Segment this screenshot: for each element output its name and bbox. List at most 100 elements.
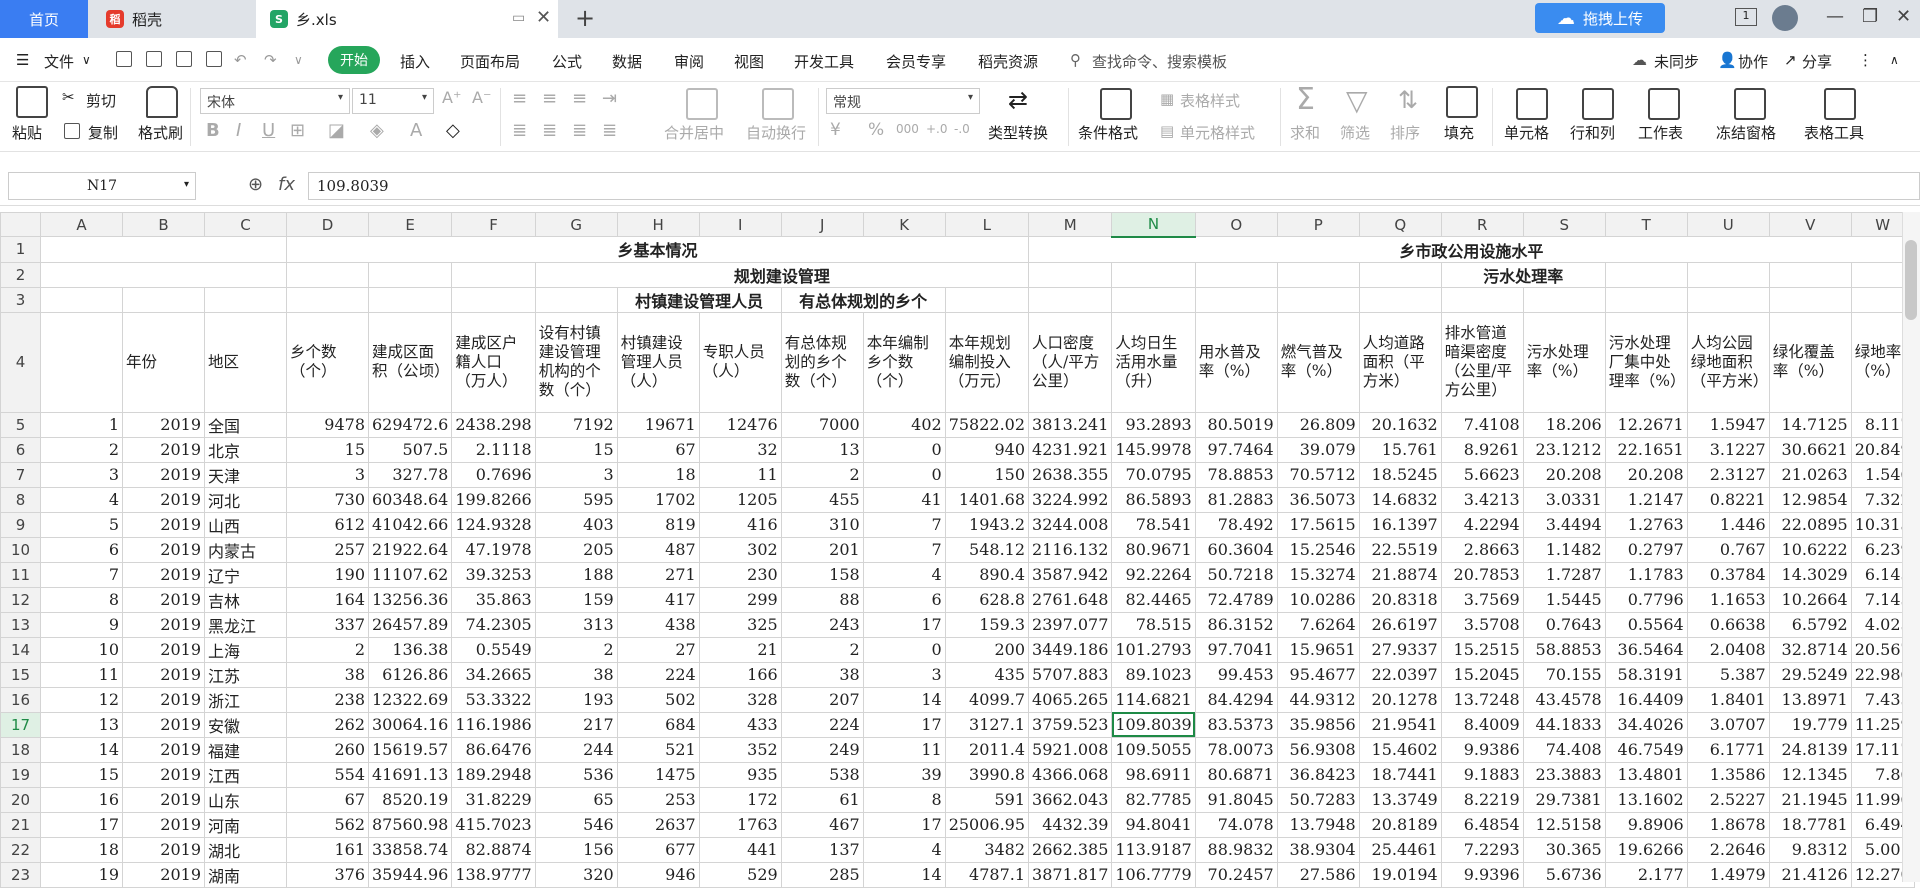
- cell[interactable]: 10.6222: [1768, 536, 1852, 563]
- cell[interactable]: 4231.921: [1028, 436, 1113, 463]
- undo-icon[interactable]: ↶: [234, 51, 247, 69]
- column-title[interactable]: 村镇建设管理人员（人）: [616, 311, 700, 413]
- cell[interactable]: 17: [862, 611, 946, 638]
- cell[interactable]: 3127.1: [944, 711, 1030, 738]
- cell[interactable]: 4065.265: [1028, 686, 1113, 713]
- cell[interactable]: 86.6476: [451, 736, 536, 763]
- cell[interactable]: 2.0408: [1686, 636, 1770, 663]
- cell[interactable]: 217: [534, 711, 618, 738]
- cell[interactable]: 58.3191: [1604, 661, 1688, 688]
- cell[interactable]: 91.8045: [1194, 786, 1278, 813]
- cell[interactable]: 14.7125: [1768, 411, 1852, 438]
- cell[interactable]: 70.5712: [1276, 461, 1360, 488]
- file-chevron-down-icon[interactable]: ∨: [82, 53, 91, 67]
- cell[interactable]: [1686, 286, 1770, 313]
- cell[interactable]: 138.9777: [451, 861, 536, 888]
- cell[interactable]: 1.5947: [1686, 411, 1770, 438]
- cell[interactable]: 87560.98: [367, 811, 453, 838]
- cell[interactable]: [1686, 261, 1770, 288]
- row-header-12[interactable]: 12: [0, 586, 41, 613]
- cell[interactable]: 201: [780, 536, 864, 563]
- cell[interactable]: 北京: [204, 436, 287, 463]
- cell[interactable]: 36.8423: [1276, 761, 1360, 788]
- cell[interactable]: 16.1397: [1358, 511, 1442, 538]
- cell[interactable]: 0: [862, 436, 946, 463]
- copy-button[interactable]: 复制: [88, 122, 118, 143]
- cell[interactable]: 18.7781: [1768, 811, 1852, 838]
- column-header-l[interactable]: L: [944, 212, 1030, 237]
- cell[interactable]: 3244.008: [1028, 511, 1113, 538]
- cell[interactable]: [286, 286, 369, 313]
- menu-member[interactable]: 会员专享: [886, 51, 946, 72]
- cell[interactable]: 23.3883: [1522, 761, 1606, 788]
- row-header-18[interactable]: 18: [0, 736, 41, 763]
- cell[interactable]: 15.4602: [1358, 736, 1442, 763]
- cell[interactable]: 190: [286, 561, 369, 588]
- cell[interactable]: 417: [616, 586, 700, 613]
- vertical-scroll-thumb[interactable]: [1905, 240, 1917, 320]
- cell[interactable]: [1111, 261, 1196, 288]
- cell[interactable]: 78.492: [1194, 511, 1278, 538]
- row-header-21[interactable]: 21: [0, 811, 41, 838]
- cell[interactable]: 113.9187: [1111, 836, 1196, 863]
- cell[interactable]: 0.5549: [451, 636, 536, 663]
- cell[interactable]: 3662.043: [1028, 786, 1113, 813]
- font-family-select[interactable]: 宋体 ▾: [200, 88, 350, 114]
- merge-center-button[interactable]: 合并居中: [664, 122, 724, 143]
- cell[interactable]: 山东: [204, 786, 287, 813]
- cell[interactable]: 18.206: [1522, 411, 1606, 438]
- row-header-7[interactable]: 7: [0, 461, 41, 488]
- cell[interactable]: [1440, 286, 1524, 313]
- column-header-m[interactable]: M: [1028, 212, 1113, 237]
- cell[interactable]: [1276, 286, 1360, 313]
- cell[interactable]: 60348.64: [367, 486, 453, 513]
- cell[interactable]: 21: [698, 636, 782, 663]
- cell[interactable]: 376: [286, 861, 369, 888]
- cell[interactable]: 7.4108: [1440, 411, 1524, 438]
- cell[interactable]: 402: [862, 411, 946, 438]
- restore-icon[interactable]: ❐: [1862, 6, 1878, 27]
- cell[interactable]: 12322.69: [367, 686, 453, 713]
- cell[interactable]: 21.9541: [1358, 711, 1442, 738]
- cell[interactable]: 25.4461: [1358, 836, 1442, 863]
- cell[interactable]: [40, 286, 123, 313]
- cell[interactable]: 3482: [944, 836, 1030, 863]
- column-title[interactable]: 污水处理率（%）: [1522, 311, 1606, 413]
- cell[interactable]: 4787.1: [944, 861, 1030, 888]
- cell[interactable]: 101.2793: [1111, 636, 1196, 663]
- sync-status[interactable]: 未同步: [1654, 51, 1699, 72]
- cell[interactable]: 1.4979: [1686, 861, 1770, 888]
- select-all-corner[interactable]: [0, 212, 41, 237]
- cell[interactable]: 0.8221: [1686, 486, 1770, 513]
- cell[interactable]: [1768, 261, 1852, 288]
- column-header-b[interactable]: B: [122, 212, 205, 237]
- column-header-e[interactable]: E: [367, 212, 453, 237]
- cell[interactable]: 24.8139: [1768, 736, 1852, 763]
- cell[interactable]: 2019: [122, 436, 205, 463]
- cell[interactable]: 940: [944, 436, 1030, 463]
- cell[interactable]: 14: [862, 686, 946, 713]
- cell[interactable]: 3.7569: [1440, 586, 1524, 613]
- cell[interactable]: 224: [780, 711, 864, 738]
- cell[interactable]: 88: [780, 586, 864, 613]
- cell[interactable]: 39.3253: [451, 561, 536, 588]
- share-button[interactable]: 分享: [1802, 51, 1832, 72]
- row-header-20[interactable]: 20: [0, 786, 41, 813]
- cell[interactable]: 352: [698, 736, 782, 763]
- row-header-16[interactable]: 16: [0, 686, 41, 713]
- cell[interactable]: 47.1978: [451, 536, 536, 563]
- cell[interactable]: 23.1212: [1522, 436, 1606, 463]
- cell[interactable]: 15.2045: [1440, 661, 1524, 688]
- cell[interactable]: 9.9386: [1440, 736, 1524, 763]
- cell[interactable]: 310: [780, 511, 864, 538]
- column-header-j[interactable]: J: [780, 212, 864, 237]
- column-title[interactable]: 有总体规划的乡个数（个）: [780, 311, 864, 413]
- cell[interactable]: 2637: [616, 811, 700, 838]
- cell[interactable]: 1702: [616, 486, 700, 513]
- cell[interactable]: 99.453: [1194, 661, 1278, 688]
- row-header-22[interactable]: 22: [0, 836, 41, 863]
- cell[interactable]: 538: [780, 761, 864, 788]
- cell[interactable]: 4099.7: [944, 686, 1030, 713]
- fx-icon[interactable]: fx: [278, 174, 295, 195]
- cell[interactable]: 164: [286, 586, 369, 613]
